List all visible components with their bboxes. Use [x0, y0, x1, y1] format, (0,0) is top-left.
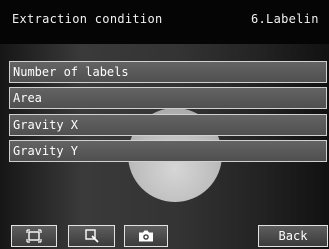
camera-icon	[139, 230, 153, 242]
fit-view-button[interactable]	[11, 225, 57, 247]
step-label: 6.Labelin	[251, 12, 319, 26]
zoom-button[interactable]	[68, 225, 115, 247]
list-item-gravity-x[interactable]: Gravity X	[9, 114, 327, 136]
camera-button[interactable]	[124, 225, 168, 247]
page-title: Extraction condition	[12, 12, 163, 26]
fit-frame-icon	[26, 229, 42, 243]
list-item-gravity-y[interactable]: Gravity Y	[9, 140, 327, 162]
back-button[interactable]: Back	[258, 225, 328, 247]
header-bar: Extraction condition 6.Labelin	[0, 0, 329, 44]
list-item-number-of-labels[interactable]: Number of labels	[9, 61, 327, 83]
screen: Extraction condition 6.Labelin Number of…	[0, 0, 329, 249]
zoom-icon	[84, 229, 99, 243]
list-item-area[interactable]: Area	[9, 87, 327, 109]
